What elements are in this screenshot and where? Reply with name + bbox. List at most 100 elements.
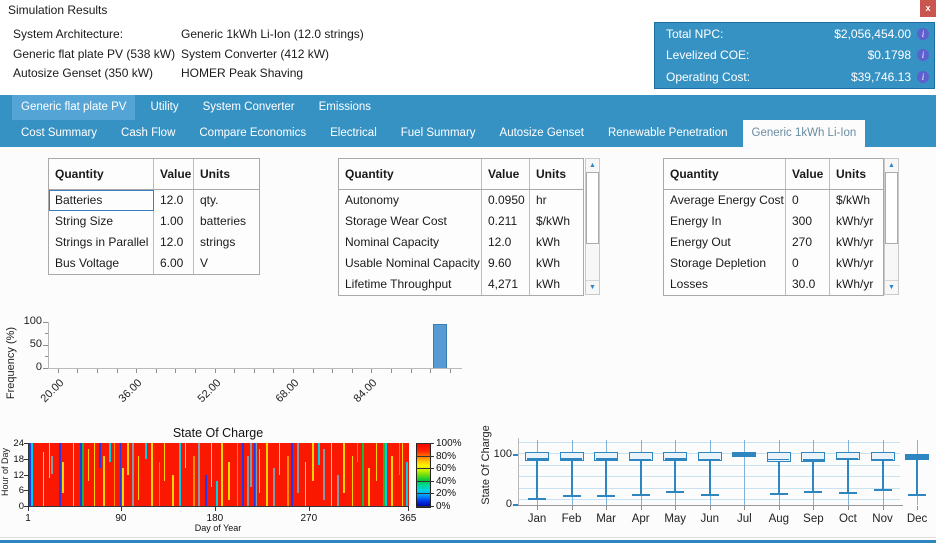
y-tick-label: 100 — [23, 314, 42, 327]
table-cell[interactable]: Usable Nominal Capacity — [339, 253, 482, 274]
scrollbar[interactable]: ▲ ▼ — [585, 158, 600, 295]
table-cell[interactable]: qty. — [194, 190, 259, 211]
x-tick — [214, 507, 216, 511]
table-cell[interactable]: Storage Depletion — [664, 253, 786, 274]
table-cell[interactable]: $/kWh — [530, 211, 583, 232]
column-header[interactable]: Value — [482, 159, 530, 189]
table-cell[interactable]: strings — [194, 232, 259, 253]
table-cell[interactable]: 0.0950 — [482, 190, 530, 211]
column-header[interactable]: Quantity — [664, 159, 786, 189]
scroll-down-icon[interactable]: ▼ — [586, 280, 599, 294]
tab-electrical[interactable]: Electrical — [321, 120, 386, 147]
table-cell[interactable]: 0 — [786, 190, 830, 211]
heatmap-streak — [98, 443, 101, 469]
boxplot-median — [872, 458, 893, 460]
tab-renewable-penetration[interactable]: Renewable Penetration — [599, 120, 737, 147]
column-header[interactable]: Quantity — [49, 159, 154, 189]
table-row[interactable]: Storage Depletion 0 kWh/yr — [664, 253, 883, 274]
scroll-up-icon[interactable]: ▲ — [885, 159, 898, 173]
operating-cost-label: Operating Cost: — [666, 69, 751, 84]
table-cell[interactable]: $/kWh — [830, 190, 883, 211]
table-cell[interactable]: Losses — [664, 274, 786, 295]
table-cell[interactable]: Energy In — [664, 211, 786, 232]
table-cell[interactable]: 6.00 — [154, 253, 194, 274]
table-cell[interactable]: Lifetime Throughput — [339, 274, 482, 295]
tab-autosize-genset[interactable]: Autosize Genset — [491, 120, 593, 147]
y-tick-label: 0 — [505, 498, 512, 510]
table-cell[interactable]: kWh — [530, 232, 583, 253]
table-cell[interactable]: kWh — [530, 253, 583, 274]
info-icon[interactable]: i — [917, 70, 929, 83]
table-row[interactable]: Nominal Capacity 12.0 kWh — [339, 232, 583, 253]
table-row[interactable]: Storage Wear Cost 0.211 $/kWh — [339, 211, 583, 232]
column-header[interactable]: Quantity — [339, 159, 482, 189]
table-cell[interactable]: kWh/yr — [830, 253, 883, 274]
table-cell[interactable]: kWh/yr — [830, 211, 883, 232]
table-row[interactable]: String Size 1.00 batteries — [49, 211, 259, 232]
table-cell[interactable]: 270 — [786, 232, 830, 253]
table-cell[interactable]: String Size — [49, 211, 154, 232]
column-header[interactable]: Value — [154, 159, 194, 189]
scrollbar[interactable]: ▲ ▼ — [884, 158, 899, 295]
tab-generic-1kwh-li-ion[interactable]: Generic 1kWh Li-Ion — [742, 120, 866, 147]
column-header[interactable]: Value — [786, 159, 830, 189]
tab-fuel-summary[interactable]: Fuel Summary — [392, 120, 485, 147]
table-cell[interactable]: 0 — [786, 253, 830, 274]
column-header[interactable]: Units — [194, 159, 259, 189]
table-row[interactable]: Energy In 300 kWh/yr — [664, 211, 883, 232]
table-cell[interactable]: 30.0 — [786, 274, 830, 295]
table-cell[interactable]: 0.211 — [482, 211, 530, 232]
table-cell[interactable]: kWh/yr — [830, 232, 883, 253]
info-icon[interactable]: i — [917, 49, 929, 62]
table-cell[interactable]: Strings in Parallel — [49, 232, 154, 253]
table-cell[interactable]: Batteries — [49, 190, 154, 211]
table-cell[interactable]: 300 — [786, 211, 830, 232]
table-cell[interactable]: 12.0 — [154, 190, 194, 211]
legend-label: 20% — [436, 488, 457, 500]
scrollbar-thumb[interactable] — [586, 172, 599, 244]
table-cell[interactable]: Storage Wear Cost — [339, 211, 482, 232]
table-row[interactable]: Lifetime Throughput 4,271 kWh — [339, 274, 583, 295]
table-cell[interactable]: 12.0 — [154, 232, 194, 253]
scroll-down-icon[interactable]: ▼ — [885, 280, 898, 294]
table-cell[interactable]: Energy Out — [664, 232, 786, 253]
scrollbar-thumb[interactable] — [885, 172, 898, 244]
table-row[interactable]: Batteries 12.0 qty. — [49, 190, 259, 211]
table-cell[interactable]: Bus Voltage — [49, 253, 154, 274]
tab-emissions[interactable]: Emissions — [310, 95, 380, 120]
table-row[interactable]: Usable Nominal Capacity 9.60 kWh — [339, 253, 583, 274]
table-cell[interactable]: Nominal Capacity — [339, 232, 482, 253]
tab-utility[interactable]: Utility — [141, 95, 187, 120]
tab-cost-summary[interactable]: Cost Summary — [12, 120, 106, 147]
table-row[interactable]: Average Energy Cost 0 $/kWh — [664, 190, 883, 211]
table-cell[interactable]: Autonomy — [339, 190, 482, 211]
table-row[interactable]: Energy Out 270 kWh/yr — [664, 232, 883, 253]
heatmap-title: State Of Charge — [172, 426, 264, 440]
info-icon[interactable]: i — [917, 27, 929, 40]
column-header[interactable]: Units — [830, 159, 883, 189]
table-row[interactable]: Strings in Parallel 12.0 strings — [49, 232, 259, 253]
table-cell[interactable]: V — [194, 253, 259, 274]
table-row[interactable]: Autonomy 0.0950 hr — [339, 190, 583, 211]
table-cell[interactable]: 1.00 — [154, 211, 194, 232]
tab-compare-economics[interactable]: Compare Economics — [190, 120, 315, 147]
tab-generic-flat-plate-pv[interactable]: Generic flat plate PV — [12, 95, 136, 120]
y-tick — [513, 454, 518, 456]
table-row[interactable]: Bus Voltage 6.00 V — [49, 253, 259, 274]
column-header[interactable]: Units — [530, 159, 583, 189]
scroll-up-icon[interactable]: ▲ — [586, 159, 599, 173]
table-cell[interactable]: kWh/yr — [830, 274, 883, 295]
table-cell[interactable]: batteries — [194, 211, 259, 232]
close-icon[interactable]: x — [920, 0, 936, 17]
table-cell[interactable]: 9.60 — [482, 253, 530, 274]
table-cell[interactable]: 4,271 — [482, 274, 530, 295]
table-cell[interactable]: hr — [530, 190, 583, 211]
table-cell[interactable]: kWh — [530, 274, 583, 295]
table-cell[interactable]: 12.0 — [482, 232, 530, 253]
tab-cash-flow[interactable]: Cash Flow — [112, 120, 184, 147]
table-row[interactable]: Losses 30.0 kWh/yr — [664, 274, 883, 295]
heatmap-streak — [137, 455, 140, 500]
table-cell[interactable]: Average Energy Cost — [664, 190, 786, 211]
legend-label: 100% — [436, 438, 462, 449]
tab-system-converter[interactable]: System Converter — [194, 95, 304, 120]
